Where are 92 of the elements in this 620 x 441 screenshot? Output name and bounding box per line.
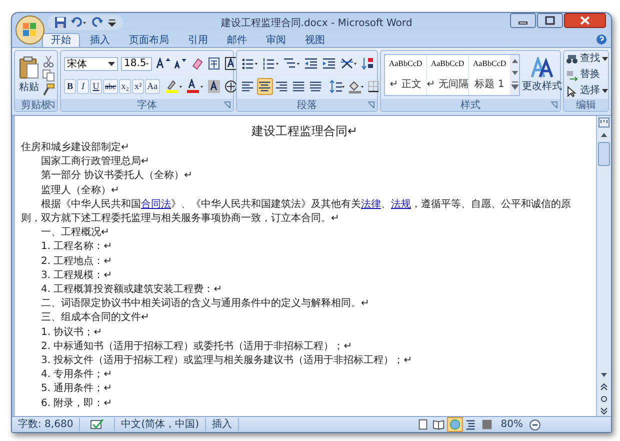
- document-paragraph: 三、组成本合同的文件↵: [40, 311, 150, 326]
- redo-icon[interactable]: [91, 16, 104, 29]
- help-icon[interactable]: [596, 34, 607, 45]
- document-paragraph: 1. 协议书；↵: [40, 326, 104, 340]
- dropdown-arrow-icon: [602, 56, 608, 62]
- align-center-icon[interactable]: [257, 78, 273, 95]
- insert-mode-indicator[interactable]: 插入: [206, 418, 239, 431]
- maximize-icon[interactable]: [537, 13, 563, 28]
- format-button[interactable]: Aa: [145, 79, 160, 94]
- group-label: 样式: [460, 98, 480, 112]
- character-shading-icon[interactable]: [206, 78, 222, 95]
- document-paragraph: 国家工商行政管理总局↵: [40, 155, 150, 170]
- hyperlink[interactable]: 法规: [391, 198, 411, 210]
- change-styles-icon: [530, 57, 554, 79]
- document-paragraph: 住房和城乡建设部制定↵: [21, 141, 130, 155]
- close-icon[interactable]: [564, 13, 606, 28]
- group-label: 段落: [297, 98, 317, 112]
- font-size-field[interactable]: 18.5: [121, 56, 152, 70]
- document-paragraph: 2. 中标通知书（适用于招标工程）或委托书（适用于非招标工程）；↵: [40, 340, 354, 354]
- window-title: 建设工程监理合同.docx - Microsoft Word: [220, 16, 414, 30]
- find-button[interactable]: 查找: [566, 53, 608, 65]
- select-button[interactable]: 选择: [566, 85, 608, 97]
- scroll-thumb[interactable]: [598, 142, 610, 166]
- format-painter-icon[interactable]: [42, 82, 55, 96]
- ribbon-tab[interactable]: 插入: [81, 33, 119, 47]
- zoom-level[interactable]: 80%: [494, 419, 529, 430]
- hyperlink[interactable]: 合同法: [141, 198, 171, 210]
- dialog-launcher-icon[interactable]: [367, 101, 375, 109]
- office-button-icon[interactable]: [15, 15, 45, 45]
- more-styles-icon[interactable]: [511, 79, 519, 91]
- document-paragraph: 1. 工程名称：↵: [40, 240, 114, 254]
- document-paragraph: 一、工程概况↵: [40, 226, 110, 240]
- document-paragraph: 二、词语限定协议书中相关词语的含义与通用条件中的定义与解释相同。↵: [40, 297, 370, 312]
- word-count[interactable]: 字数: 8,680: [12, 418, 80, 431]
- zoom-out-icon[interactable]: [529, 418, 541, 430]
- document-paragraph: 4. 工程概算投资额或建筑安装工程费：↵: [40, 283, 224, 298]
- replace-icon: [566, 70, 578, 80]
- undo-icon[interactable]: [70, 16, 88, 29]
- font-color-icon[interactable]: [184, 78, 205, 95]
- ribbon-tab[interactable]: 邮件: [218, 33, 256, 47]
- format-button[interactable]: abc: [103, 79, 118, 94]
- document-paragraph: 3. 工程规模：↵: [40, 268, 114, 283]
- ribbon-tab[interactable]: 审阅: [257, 33, 295, 47]
- style-tile[interactable]: AaBbCcD ↵ 无间隔: [427, 55, 469, 95]
- format-button[interactable]: B: [64, 79, 76, 94]
- dialog-launcher-icon[interactable]: [550, 101, 558, 109]
- document-paragraph: 第一部分 协议书委托人（全称）↵: [40, 169, 194, 184]
- document-paragraph: 监理人（全称）↵: [40, 184, 120, 198]
- format-button[interactable]: I: [77, 79, 89, 94]
- ribbon-tab[interactable]: 开始: [42, 33, 80, 47]
- ribbon-tab[interactable]: 视图: [296, 33, 334, 47]
- next-page-icon[interactable]: [598, 406, 610, 416]
- vertical-scrollbar[interactable]: [596, 116, 611, 416]
- clipboard-icon: [18, 56, 40, 80]
- document-title: 建设工程监理合同↵: [250, 123, 359, 140]
- copy-icon[interactable]: [42, 68, 55, 82]
- cut-icon[interactable]: [42, 54, 55, 68]
- save-icon[interactable]: [54, 16, 67, 29]
- cursor-icon: [566, 86, 578, 96]
- format-button[interactable]: U: [90, 79, 102, 94]
- document-paragraph: 3. 投标文件（适用于招标工程）或监理与相关服务建议书（适用于非招标工程）；↵: [40, 354, 414, 368]
- dialog-launcher-icon[interactable]: [223, 101, 231, 109]
- group-label: 剪贴板: [21, 98, 51, 112]
- document-paragraph: 4. 专用条件；↵: [40, 368, 114, 382]
- language-indicator[interactable]: 中文(简体，中国): [115, 418, 206, 431]
- style-tile[interactable]: AaBbCcD ↵ 正文: [385, 55, 427, 95]
- highlighter-icon[interactable]: [164, 78, 184, 95]
- phonetic-guide-icon[interactable]: [206, 55, 222, 72]
- ruler-toggle-icon[interactable]: [598, 117, 610, 128]
- ribbon-tab[interactable]: 页面布局: [120, 33, 178, 47]
- enclosed-character-icon[interactable]: [222, 78, 239, 95]
- browse-object-icon[interactable]: [598, 394, 610, 404]
- replace-button[interactable]: 替换: [566, 69, 600, 81]
- group-label: 字体: [137, 98, 157, 112]
- document-paragraph: 2. 工程地点：↵: [40, 254, 114, 269]
- font-family-field[interactable]: 宋体: [64, 56, 118, 70]
- binoculars-icon: [566, 54, 578, 64]
- format-button[interactable]: x²: [132, 79, 144, 94]
- minimize-icon[interactable]: [510, 13, 536, 28]
- document-paragraph: 5. 通用条件；↵: [40, 382, 114, 396]
- format-button[interactable]: x₂: [119, 79, 132, 94]
- document-paragraph: 6. 附录，即：↵: [40, 396, 114, 411]
- line-spacing-icon[interactable]: [328, 78, 346, 95]
- document-paragraph: 根据《中华人民共和国合同法》、《中华人民共和国建筑法》及其他有关法律、法规，遵循平等、自愿、公平和诚信的原则，双方就下述工程委托监理与相关服务事项协商一致，订立本合同。↵: [21, 198, 572, 226]
- ribbon-tab[interactable]: 引用: [179, 33, 217, 47]
- dropdown-arrow-icon: [602, 88, 608, 94]
- paste-button[interactable]: 粘贴: [18, 56, 40, 94]
- dropdown-arrow-icon[interactable]: [108, 60, 115, 66]
- change-styles-button[interactable]: 更改样式: [522, 57, 562, 93]
- group-label: 编辑: [576, 98, 596, 112]
- previous-page-icon[interactable]: [598, 382, 610, 392]
- hyperlink[interactable]: 法律: [361, 198, 381, 210]
